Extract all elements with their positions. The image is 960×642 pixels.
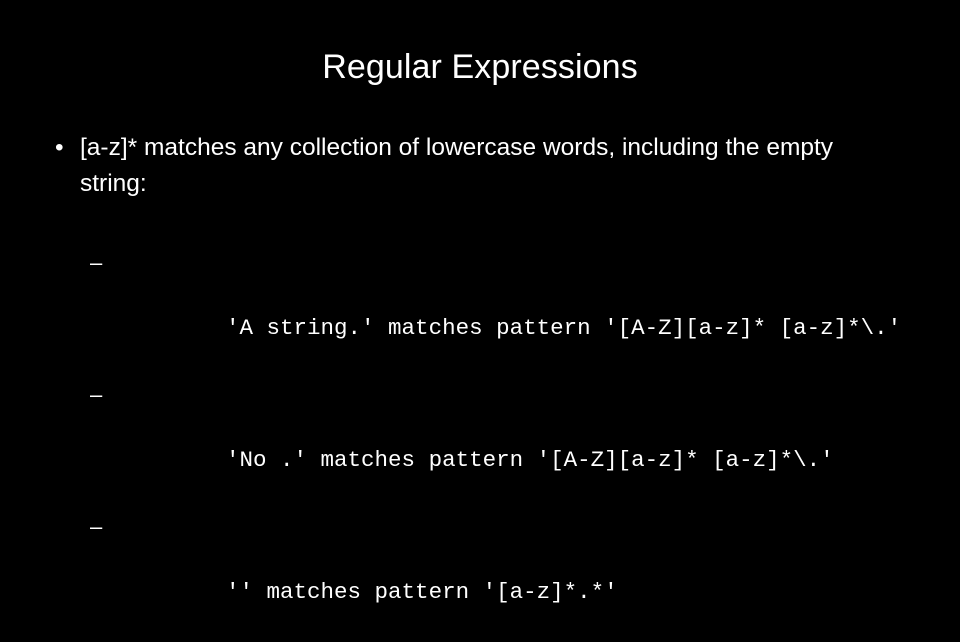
code-line-label: 'A string.' matches pattern '[A-Z][a-z]*… xyxy=(226,315,902,341)
code-example-list: – 'A string.' matches pattern '[A-Z][a-z… xyxy=(0,246,960,642)
slide-body: • [a-z]* matches any collection of lower… xyxy=(0,130,960,642)
code-line-label: '' matches pattern '[a-z]*.*' xyxy=(226,579,618,605)
list-item: – 'A string.' matches pattern '[A-Z][a-z… xyxy=(0,246,960,378)
code-line-label: 'No .' matches pattern '[A-Z][a-z]* [a-z… xyxy=(226,447,834,473)
bullet-item-primary: • [a-z]* matches any collection of lower… xyxy=(0,130,960,202)
page-title: Regular Expressions xyxy=(322,48,638,86)
dash-bullet-icon: – xyxy=(90,250,103,275)
bullet-item-primary-label: [a-z]* matches any collection of lowerca… xyxy=(80,134,834,197)
dash-bullet-icon: – xyxy=(90,514,103,539)
dash-bullet-icon: – xyxy=(90,382,103,407)
bullet-dot-icon: • xyxy=(55,134,64,161)
list-item: – 'No .' matches pattern '[A-Z][a-z]* [a… xyxy=(0,378,960,510)
slide: Regular Expressions • [a-z]* matches any… xyxy=(0,0,960,605)
list-item: – '' matches pattern '[a-z]*.*' xyxy=(0,510,960,642)
